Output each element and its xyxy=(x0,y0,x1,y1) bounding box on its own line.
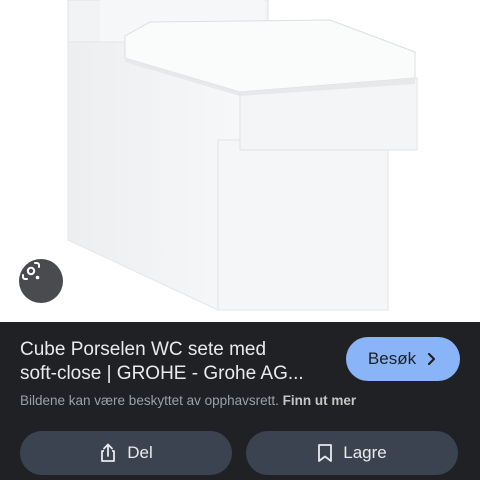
copyright-text: Bildene kan være beskyttet av opphavsret… xyxy=(20,393,279,408)
chevron-right-icon xyxy=(426,352,438,366)
share-button-label: Del xyxy=(127,443,153,462)
product-image[interactable] xyxy=(0,0,480,322)
copyright-notice: Bildene kan være beskyttet av opphavsret… xyxy=(20,393,470,408)
visit-button[interactable]: Besøk xyxy=(346,337,460,381)
learn-more-link[interactable]: Finn ut mer xyxy=(283,393,357,408)
result-title-line2: soft-close | GROHE - Grohe AG... xyxy=(20,363,304,384)
visit-button-label: Besøk xyxy=(367,349,417,368)
share-icon xyxy=(99,443,117,463)
save-button-label: Lagre xyxy=(343,443,387,462)
result-title-line1: Cube Porselen WC sete med xyxy=(20,339,267,360)
bookmark-icon xyxy=(317,443,333,463)
result-title[interactable]: Cube Porselen WC sete med soft-close | G… xyxy=(20,338,338,386)
toilet-illustration xyxy=(67,0,418,311)
share-button[interactable]: Del xyxy=(20,431,232,475)
save-button[interactable]: Lagre xyxy=(246,431,458,475)
lens-search-button[interactable] xyxy=(19,259,63,303)
